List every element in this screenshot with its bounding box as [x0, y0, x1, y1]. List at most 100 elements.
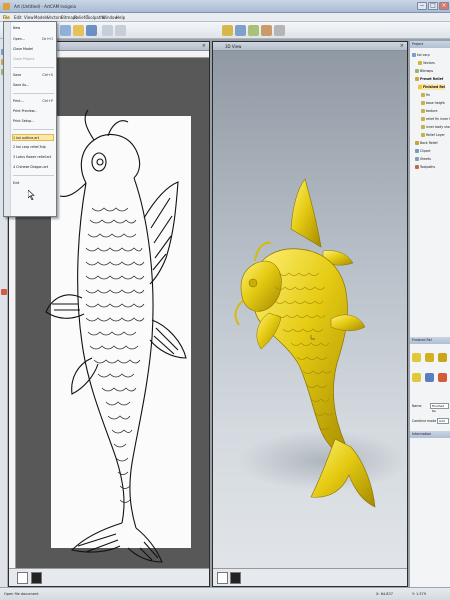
main-toolbar: [0, 22, 450, 39]
project-tree-item[interactable]: Preset Relief: [415, 76, 443, 82]
new-file-icon[interactable]: [60, 25, 71, 36]
app-icon: [3, 3, 10, 10]
tree-node-icon: [421, 132, 425, 137]
menu-edit[interactable]: Edit: [14, 15, 22, 20]
view-2d-close-icon[interactable]: ×: [202, 43, 206, 49]
relief-layer-icon[interactable]: [438, 353, 447, 362]
layer-chip-icon[interactable]: [17, 572, 28, 584]
information-header: Information: [410, 431, 450, 438]
file-menu-item[interactable]: Save As...: [13, 82, 54, 89]
undo-icon[interactable]: [102, 25, 113, 36]
file-menu-item-label: Exit: [13, 181, 20, 185]
file-menu-item[interactable]: New: [13, 25, 54, 32]
combine-mode-select[interactable]: Add: [437, 418, 449, 424]
relief-edit-icon[interactable]: [425, 353, 434, 362]
project-tree-item[interactable]: Bitmaps: [415, 68, 433, 74]
tree-node-icon: [418, 84, 422, 89]
file-menu-item[interactable]: Close Model: [13, 46, 54, 53]
file-menu-item-label: 3 Lotus flower relief.art: [13, 155, 52, 159]
file-menu-item-label: Open...: [13, 37, 25, 41]
project-tree-item[interactable]: inner body shape: [421, 124, 450, 130]
project-tree-item[interactable]: relief fin inner tx: [421, 116, 450, 122]
file-menu-item[interactable]: Close Project: [13, 56, 54, 63]
file-menu-dropdown: New Open... Ctrl+O Close Model Close Project…: [3, 21, 57, 217]
view-3d-chip-white-icon[interactable]: [217, 572, 228, 584]
file-menu-item[interactable]: Save Ctrl+S: [13, 72, 54, 79]
tree-node-icon: [418, 60, 422, 65]
tree-node-icon: [412, 52, 416, 57]
project-panel-header: Project: [410, 41, 450, 48]
view-2d-bottom-bar: [9, 568, 209, 586]
redo-icon[interactable]: [115, 25, 126, 36]
status-text: Open file document: [4, 592, 39, 596]
relief-shape-icon[interactable]: [412, 353, 421, 362]
file-menu-item-label: Print...: [13, 99, 24, 103]
combine-mode-label: Combine mode: [412, 419, 437, 423]
project-tree-item[interactable]: Finished Rel: [418, 84, 446, 90]
project-tree-item[interactable]: Toolpaths: [415, 164, 435, 170]
menu-bar: File Edit View Models Vectors Bitmaps Re…: [0, 13, 450, 22]
relief-3d-canvas[interactable]: [213, 51, 407, 568]
file-menu-item[interactable]: 1 koi outline.art: [12, 134, 54, 141]
file-menu-item[interactable]: Print Setup...: [13, 118, 54, 125]
file-menu-shortcut: Ctrl+P: [42, 99, 53, 103]
color-chip-icon[interactable]: [31, 572, 42, 584]
tree-node-icon: [415, 68, 419, 73]
status-y-coord: Y: 1.379: [412, 592, 426, 596]
file-menu-item[interactable]: 2 koi carp relief.3dp: [13, 144, 54, 151]
project-tree-item[interactable]: base height: [421, 100, 445, 106]
file-menu-item[interactable]: 3 Lotus flower relief.art: [13, 154, 54, 161]
project-tree-item[interactable]: Sheets: [415, 156, 431, 162]
maximize-button[interactable]: □: [428, 2, 438, 10]
open-folder-icon[interactable]: [73, 25, 84, 36]
project-tree-item[interactable]: Clipart: [415, 148, 431, 154]
tree-node-icon: [415, 148, 419, 153]
file-menu-item-label: Print Setup...: [13, 119, 35, 123]
relief-blend-icon[interactable]: [425, 373, 434, 382]
tool-color-icon[interactable]: [1, 289, 7, 295]
close-window-button[interactable]: ×: [439, 2, 449, 10]
project-tree-item[interactable]: Back Relief: [415, 140, 438, 146]
tree-item-label: inner body shape: [426, 125, 450, 129]
view-3d-chip-black-icon[interactable]: [230, 572, 241, 584]
view-3d-title: 3D View: [225, 44, 242, 49]
view-3d-window[interactable]: 3D View ×: [212, 41, 408, 587]
tree-item-label: Clipart: [420, 149, 431, 153]
file-menu-item[interactable]: Exit: [13, 180, 54, 187]
menu-view[interactable]: View: [24, 15, 34, 20]
tree-item-label: relief fin inner tx: [426, 117, 450, 121]
save-icon[interactable]: [86, 25, 97, 36]
name-field[interactable]: Finished Re: [430, 403, 449, 413]
project-tree-item[interactable]: texture: [421, 108, 438, 114]
grid-tool-icon[interactable]: [274, 25, 285, 36]
shade-tool-icon[interactable]: [248, 25, 259, 36]
file-menu-item[interactable]: Print Preview...: [13, 108, 54, 115]
menu-help[interactable]: Help: [116, 15, 125, 20]
project-tree-item[interactable]: koi carp: [412, 52, 430, 58]
tree-item-label: Back Relief: [420, 141, 438, 145]
project-panel: Project koi carp Vectors Bitmaps Preset Rel…: [409, 41, 450, 587]
view-tool-icon[interactable]: [235, 25, 246, 36]
relief-add-icon[interactable]: [412, 373, 421, 382]
file-menu-separator: [13, 175, 54, 176]
relief-delete-icon[interactable]: [438, 373, 447, 382]
file-menu-item[interactable]: Open... Ctrl+O: [13, 36, 54, 43]
tree-item-label: koi carp: [417, 53, 430, 57]
file-menu-item-label: 2 koi carp relief.3dp: [13, 145, 46, 149]
file-menu-item[interactable]: Print... Ctrl+P: [13, 98, 54, 105]
menu-vectors[interactable]: Vectors: [47, 15, 62, 20]
menu-file[interactable]: File: [3, 15, 10, 20]
menu-models[interactable]: Models: [34, 15, 48, 20]
relief-tool-icon[interactable]: [222, 25, 233, 36]
file-menu-item[interactable]: 4 Chinese Dragon.art: [13, 164, 54, 171]
minimize-button[interactable]: ‒: [417, 2, 427, 10]
project-tree-item[interactable]: Relief Layer: [421, 132, 445, 138]
project-tree-item[interactable]: Vectors: [418, 60, 435, 66]
mouse-cursor-icon: [28, 190, 35, 200]
project-tree-item[interactable]: fin: [421, 92, 430, 98]
material-tool-icon[interactable]: [261, 25, 272, 36]
tree-node-icon: [421, 100, 425, 105]
tree-item-label: Preset Relief: [420, 77, 444, 81]
file-menu-shortcut: Ctrl+O: [41, 37, 53, 41]
view-3d-close-icon[interactable]: ×: [400, 43, 404, 49]
